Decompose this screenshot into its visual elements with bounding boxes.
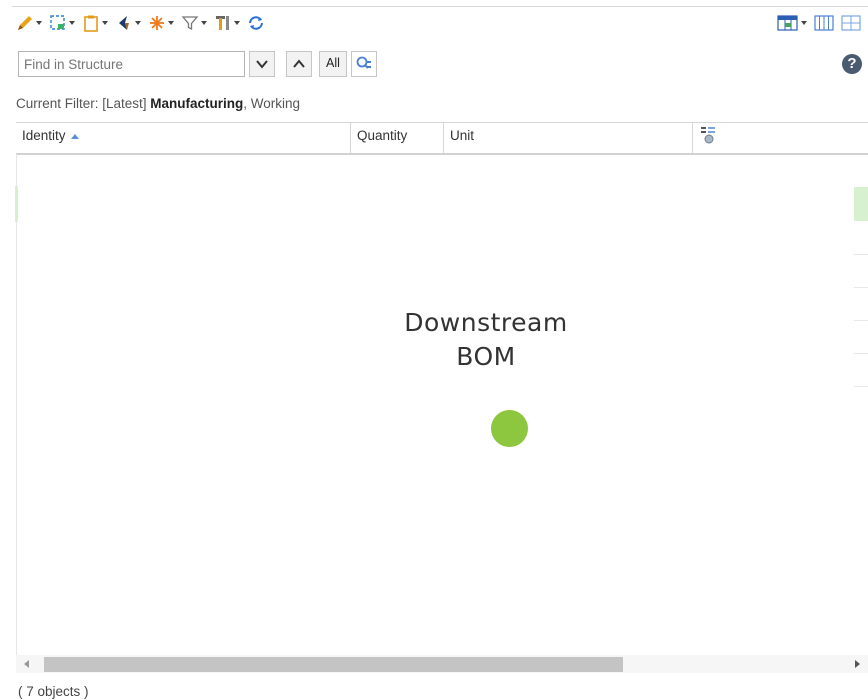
chevron-up-icon xyxy=(293,59,305,68)
structure-panel: All ? Current Filter: [Latest] Manufactu… xyxy=(12,0,868,700)
table-header: Identity Quantity Unit xyxy=(16,122,868,155)
chevron-down-icon xyxy=(135,21,141,25)
columns-icon xyxy=(814,15,834,31)
column-header-quantity[interactable]: Quantity xyxy=(351,123,444,153)
column-settings-button[interactable] xyxy=(693,123,868,153)
row-divider xyxy=(854,320,868,321)
table-layout-button[interactable] xyxy=(777,14,807,32)
tools-icon xyxy=(216,16,229,30)
grid-view-button[interactable] xyxy=(841,14,861,32)
insert-button[interactable] xyxy=(49,14,75,32)
label-line-2: BOM xyxy=(456,342,516,371)
label-line-1: Downstream xyxy=(404,308,568,337)
navigate-icon xyxy=(119,16,129,30)
column-settings-icon xyxy=(701,127,715,144)
edit-pencil-button[interactable] xyxy=(16,14,42,32)
scrollbar-thumb[interactable] xyxy=(44,657,623,672)
refresh-button[interactable] xyxy=(247,14,265,32)
filter-button[interactable] xyxy=(181,14,207,32)
table-layout-icon xyxy=(777,15,798,31)
row-selection-highlight xyxy=(854,187,868,221)
burst-icon xyxy=(150,16,164,30)
grid-icon xyxy=(841,15,861,31)
column-label-unit: Unit xyxy=(450,128,475,143)
chevron-down-icon xyxy=(256,60,268,69)
column-label-identity: Identity xyxy=(22,128,66,143)
row-selection-marker xyxy=(15,186,18,222)
find-options-button[interactable] xyxy=(351,51,377,77)
current-filter-text: Current Filter: [Latest] Manufacturing, … xyxy=(16,96,300,111)
filter-name: Manufacturing xyxy=(150,96,244,111)
object-count: ( 7 objects ) xyxy=(18,684,89,699)
scroll-right-icon[interactable] xyxy=(855,660,860,668)
sort-ascending-icon xyxy=(70,133,79,139)
top-divider xyxy=(12,6,868,7)
downstream-bom-label: Downstream BOM xyxy=(360,306,612,374)
chevron-down-icon xyxy=(168,21,174,25)
scroll-left-icon[interactable] xyxy=(24,660,29,668)
find-in-structure-input[interactable] xyxy=(18,51,245,77)
tools-button[interactable] xyxy=(214,14,240,32)
pencil-icon xyxy=(18,16,32,30)
row-divider xyxy=(854,287,868,288)
chevron-down-icon xyxy=(801,21,807,25)
insert-icon xyxy=(50,15,65,30)
view-controls xyxy=(777,10,868,36)
help-icon[interactable]: ? xyxy=(842,54,862,74)
find-previous-button[interactable] xyxy=(286,51,312,77)
find-next-button[interactable] xyxy=(249,51,275,77)
structure-grid[interactable] xyxy=(15,154,868,655)
refresh-icon xyxy=(249,16,263,30)
green-dot-marker xyxy=(491,410,528,447)
clipboard-icon xyxy=(84,15,98,32)
toolbar xyxy=(16,10,868,36)
filter-icon xyxy=(181,16,199,31)
filter-prefix: Current Filter: [Latest] xyxy=(16,96,151,111)
search-structure-icon xyxy=(356,56,371,69)
burst-button[interactable] xyxy=(148,14,174,32)
clipboard-button[interactable] xyxy=(82,14,108,32)
chevron-down-icon xyxy=(69,21,75,25)
find-all-button[interactable]: All xyxy=(319,51,347,77)
column-header-unit[interactable]: Unit xyxy=(444,123,693,153)
chevron-down-icon xyxy=(234,21,240,25)
columns-view-button[interactable] xyxy=(814,14,834,32)
column-label-quantity: Quantity xyxy=(357,128,408,143)
search-row: All ? xyxy=(18,51,868,79)
horizontal-scrollbar[interactable] xyxy=(16,655,868,673)
row-divider xyxy=(854,386,868,387)
row-divider xyxy=(854,254,868,255)
chevron-down-icon xyxy=(201,21,207,25)
chevron-down-icon xyxy=(36,21,42,25)
column-header-identity[interactable]: Identity xyxy=(16,123,351,153)
chevron-down-icon xyxy=(102,21,108,25)
filter-suffix: , Working xyxy=(243,96,301,111)
navigate-button[interactable] xyxy=(115,14,141,32)
row-divider xyxy=(854,353,868,354)
